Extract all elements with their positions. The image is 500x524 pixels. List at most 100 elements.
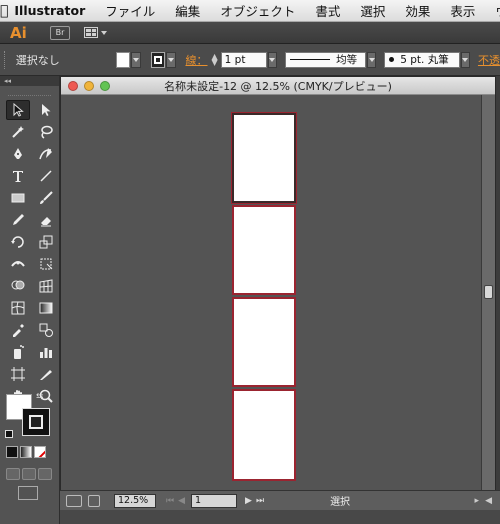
stroke-color-box[interactable] (22, 408, 50, 436)
artboard-tool-icon[interactable] (6, 364, 30, 384)
none-mode-icon[interactable] (34, 446, 46, 458)
artboard-4[interactable] (232, 389, 296, 481)
next-last-artboard-buttons[interactable]: ▶⏭ (245, 496, 268, 506)
chevron-down-icon (368, 57, 375, 62)
arrange-documents-button[interactable] (84, 27, 107, 38)
shape-builder-tool-icon[interactable] (6, 276, 30, 296)
symbol-sprayer-tool-icon[interactable] (6, 342, 30, 362)
apple-menu-icon[interactable]:  (0, 3, 8, 19)
menu-type[interactable]: 書式 (305, 1, 350, 20)
stroke-weight-dropdown[interactable] (267, 51, 278, 68)
width-tool-icon[interactable] (6, 254, 30, 274)
menu-view[interactable]: 表示 (440, 1, 485, 20)
menu-effect[interactable]: 効果 (395, 1, 440, 20)
pencil-tool-icon[interactable] (6, 210, 30, 230)
lasso-tool-icon[interactable] (34, 122, 58, 142)
curvature-tool-icon[interactable] (34, 144, 58, 164)
tools-grip[interactable] (8, 88, 51, 96)
artboard-3[interactable] (232, 297, 296, 387)
rotate-tool-icon[interactable] (6, 232, 30, 252)
magic-wand-tool-icon[interactable] (6, 122, 30, 142)
color-modes (6, 446, 46, 458)
illustrator-screen:  Illustrator ファイル 編集 オブジェクト 書式 選択 効果 表示… (0, 0, 500, 524)
chevron-down-icon (101, 30, 107, 35)
paintbrush-tool-icon[interactable] (34, 188, 58, 208)
chevron-down-icon (132, 57, 139, 62)
arrange-icon (84, 27, 98, 38)
document-titlebar[interactable]: 名称未設定-12 @ 12.5% (CMYK/プレビュー) (61, 77, 495, 95)
panel-grip[interactable] (4, 50, 8, 69)
rectangle-tool-icon[interactable] (6, 188, 30, 208)
control-bar: 選択なし 線： ▲ ▼ 1 pt 均等 5 pt. 丸筆 不透 (0, 44, 500, 76)
line-preview (290, 58, 331, 61)
chevron-down-icon (462, 57, 469, 62)
line-segment-tool-icon[interactable] (34, 166, 58, 186)
draw-inside-icon[interactable] (38, 468, 52, 480)
selection-status: 選択なし (15, 53, 60, 67)
eraser-tool-icon[interactable] (34, 210, 58, 230)
direct-selection-tool-icon[interactable] (34, 100, 58, 120)
draw-normal-icon[interactable] (6, 468, 20, 480)
gradient-tool-icon[interactable] (34, 298, 58, 318)
share-icon[interactable] (88, 494, 100, 507)
menu-select[interactable]: 選択 (350, 1, 395, 20)
pen-tool-icon[interactable] (6, 144, 30, 164)
screen-mode-icon[interactable] (18, 486, 38, 500)
type-tool-icon[interactable] (6, 166, 30, 186)
artboard-2[interactable] (232, 205, 296, 295)
status-menu[interactable]: ▸ ◀ (475, 496, 492, 506)
gradient-mode-icon[interactable] (20, 446, 32, 458)
brush-dropdown[interactable] (460, 51, 470, 68)
status-menu-icon[interactable]: ▸ (475, 496, 480, 506)
opacity-link[interactable]: 不透 (478, 52, 500, 68)
document-title: 名称未設定-12 @ 12.5% (CMYK/プレビュー) (164, 79, 392, 93)
stroke-dropdown[interactable] (166, 51, 176, 68)
vertical-scrollbar[interactable] (481, 95, 495, 491)
menu-file[interactable]: ファイル (95, 1, 165, 20)
brush-definition[interactable]: 5 pt. 丸筆 (384, 51, 460, 68)
artboard-number-field[interactable]: 1 (191, 493, 238, 508)
scroll-left-icon[interactable]: ◀ (485, 496, 492, 506)
scale-tool-icon[interactable] (34, 232, 58, 252)
mesh-tool-icon[interactable] (6, 298, 30, 318)
zoom-level-field[interactable]: 12.5% (114, 493, 156, 508)
eyedropper-tool-icon[interactable] (6, 320, 30, 340)
tools-panel-header[interactable]: ◂◂ (0, 76, 59, 86)
swap-fill-stroke-icon[interactable]: ⇆ (36, 392, 44, 402)
fill-dropdown[interactable] (131, 51, 141, 68)
menu-object[interactable]: オブジェクト (210, 1, 305, 20)
sync-icon[interactable] (66, 494, 82, 507)
profile-dropdown[interactable] (366, 51, 377, 68)
bridge-button[interactable]: Br (50, 25, 70, 40)
chevron-down-icon (269, 57, 276, 62)
application-bar: Ai Br (0, 22, 500, 44)
selection-tool-icon[interactable] (6, 100, 30, 120)
first-prev-artboard-buttons[interactable]: ⏮◀ (166, 496, 189, 506)
column-graph-tool-icon[interactable] (34, 342, 58, 362)
tools-grid (0, 100, 59, 406)
scroll-thumb[interactable] (484, 285, 493, 299)
stroke-weight-field[interactable]: 1 pt (220, 51, 267, 68)
chevron-down-icon (167, 57, 174, 62)
variable-width-profile[interactable]: 均等 (285, 51, 366, 68)
artboard-1[interactable] (232, 113, 296, 203)
blend-tool-icon[interactable] (34, 320, 58, 340)
stroke-panel-link[interactable]: 線： (186, 52, 208, 68)
free-transform-tool-icon[interactable] (34, 254, 58, 274)
canvas[interactable] (61, 95, 483, 491)
draw-behind-icon[interactable] (22, 468, 36, 480)
horizontal-scrollbar[interactable] (60, 510, 500, 524)
perspective-grid-tool-icon[interactable] (34, 276, 58, 296)
menu-window[interactable]: ウィン (485, 1, 500, 20)
stroke-weight-stepper[interactable]: ▲ ▼ (212, 52, 218, 66)
fill-swatch[interactable] (115, 51, 131, 68)
menu-edit[interactable]: 編集 (165, 1, 210, 20)
default-fill-stroke-icon[interactable] (5, 430, 13, 438)
tools-panel: ◂◂ ⇆ (0, 76, 60, 524)
profile-label: 均等 (336, 54, 358, 66)
stroke-swatch[interactable] (150, 51, 166, 68)
brush-dot-icon (389, 57, 395, 62)
app-menu[interactable]: Illustrator (8, 3, 95, 18)
slice-tool-icon[interactable] (34, 364, 58, 384)
color-mode-icon[interactable] (6, 446, 18, 458)
